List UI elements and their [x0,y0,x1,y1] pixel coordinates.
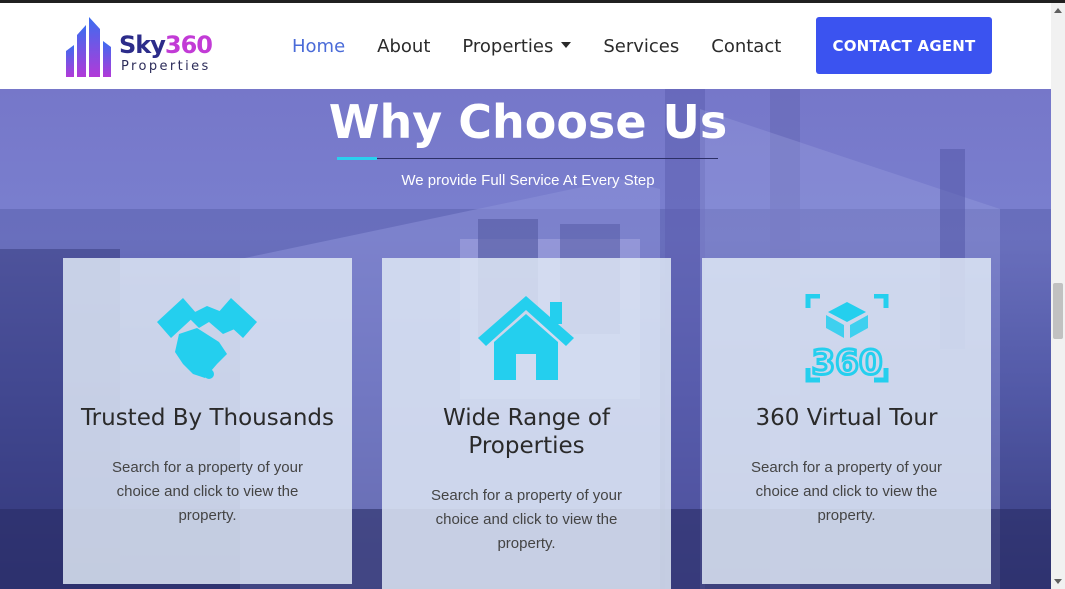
nav-services[interactable]: Services [603,36,679,57]
nav-contact[interactable]: Contact [711,36,781,57]
handshake-icon [157,298,257,379]
card-text-line: property. [178,507,237,524]
title-divider [337,158,718,159]
card-title-line: Properties [468,433,585,459]
scroll-up-arrow-icon[interactable] [1054,8,1062,13]
card-text-line: Search for a property of your [112,459,303,476]
logo-name-part2: 360 [164,31,213,59]
page-scrollbar[interactable] [1051,3,1065,589]
section-subtitle: We provide Full Service At Every Step [401,172,655,189]
card-text-line: Search for a property of your [431,487,622,504]
nav-properties-label: Properties [462,36,554,57]
scroll-down-arrow-icon[interactable] [1054,579,1062,584]
card-text-line: choice and click to view the [755,483,938,500]
nav-home[interactable]: Home [292,36,345,57]
card-text-line: property. [497,535,556,552]
title-divider-accent [337,157,377,160]
feature-card-range: Wide Range of Properties Search for a pr… [382,258,671,589]
card-text-line: choice and click to view the [116,483,299,500]
feature-card-360: 360 360 Virtual Tour Search for a proper… [702,258,991,584]
card-text-line: choice and click to view the [435,511,618,528]
card-title-line: Wide Range of [442,405,611,431]
card-title-trusted: Trusted By Thousands [81,405,334,431]
house-icon [478,296,574,380]
contact-agent-button[interactable]: CONTACT AGENT [816,17,992,74]
feature-card-trusted: Trusted By Thousands Search for a proper… [63,258,352,584]
why-choose-us-section: Why Choose Us We provide Full Service At… [0,89,1051,589]
main-nav: Home About Properties Services Contact [292,36,813,57]
svg-text:360: 360 [812,343,883,383]
section-title: Why Choose Us [328,95,728,149]
card-text-360: Search for a property of your choice and… [736,456,957,528]
card-text-trusted: Search for a property of your choice and… [97,456,318,528]
360-tour-icon: 360 [805,294,889,384]
card-text-range: Search for a property of your choice and… [416,484,637,556]
nav-properties[interactable]: Properties [462,36,572,57]
logo-tagline: Properties [121,59,211,74]
card-text-line: property. [817,507,876,524]
site-header: Sky360 Properties Home About Properties … [0,3,1051,89]
caret-down-icon [561,42,572,48]
building-logo-icon [66,17,111,77]
site-logo[interactable]: Sky360 Properties [64,15,224,79]
card-text-line: Search for a property of your [751,459,942,476]
card-title-360: 360 Virtual Tour [755,405,938,431]
scrollbar-thumb[interactable] [1053,283,1063,339]
card-title-range: Wide Range of Properties [392,404,661,460]
nav-about[interactable]: About [377,36,430,57]
logo-name-part1: Sky [119,31,166,59]
